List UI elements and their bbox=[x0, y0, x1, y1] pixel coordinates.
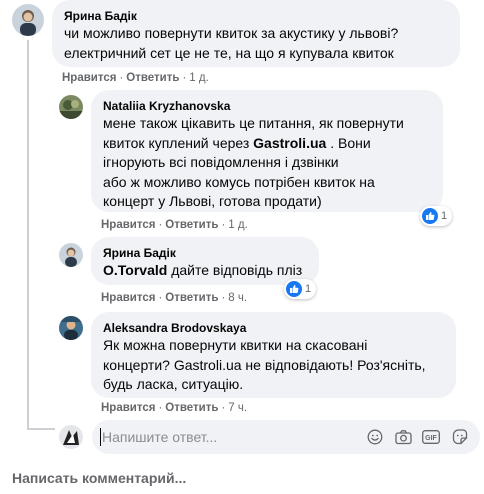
separator: · bbox=[221, 219, 226, 231]
separator: · bbox=[158, 219, 163, 231]
avatar[interactable] bbox=[59, 243, 83, 267]
comment-text: Як можна повернути квитки на скасовані к… bbox=[103, 337, 426, 392]
separator: · bbox=[158, 292, 163, 304]
comment-actions: Нравится · Ответить · 1 д. bbox=[62, 71, 209, 85]
comment-bubble: Aleksandra Brodovskaya Як можна повернут… bbox=[91, 312, 456, 398]
svg-text:GIF: GIF bbox=[425, 435, 437, 442]
write-comment-link[interactable]: Написать комментарий... bbox=[12, 470, 186, 486]
reply-input[interactable] bbox=[102, 420, 332, 454]
timestamp[interactable]: 1 д. bbox=[228, 219, 248, 231]
reply-link[interactable]: Ответить bbox=[165, 292, 218, 304]
thumbs-up-icon bbox=[286, 281, 302, 297]
comment-text-part: дайте відповідь пліз bbox=[167, 262, 303, 278]
smile-icon[interactable] bbox=[366, 428, 384, 446]
separator: · bbox=[221, 402, 226, 414]
like-link[interactable]: Нравится bbox=[62, 72, 116, 84]
thread-line bbox=[27, 40, 29, 430]
comment-actions: Нравится · Ответить · 7 ч. bbox=[101, 401, 247, 415]
comment-text: мене також цікавить це питання, як повер… bbox=[103, 114, 431, 212]
reaction-count[interactable]: 1 bbox=[420, 206, 453, 226]
site-name: Gastroli.ua bbox=[253, 134, 327, 151]
comment-text: O.Torvald дайте відповідь пліз bbox=[103, 261, 307, 281]
avatar[interactable] bbox=[59, 95, 83, 119]
current-user-avatar[interactable] bbox=[59, 425, 83, 449]
comment-bubble: Ярина Бадік O.Torvald дайте відповідь пл… bbox=[91, 237, 319, 285]
like-link[interactable]: Нравится bbox=[101, 219, 155, 231]
reaction-count[interactable]: 1 bbox=[284, 279, 317, 299]
comment-text: чи можливо повернути квиток за акустику … bbox=[64, 25, 399, 61]
sticker-icon[interactable] bbox=[451, 428, 469, 446]
avatar[interactable] bbox=[12, 4, 44, 36]
separator: · bbox=[221, 292, 226, 304]
text-caret bbox=[100, 428, 101, 446]
comment-author[interactable]: Aleksandra Brodovskaya bbox=[103, 320, 444, 336]
comment-bubble: Nataliia Kryzhanovska мене також цікавит… bbox=[91, 90, 443, 212]
comment-actions: Нравится · Ответить · 1 д. bbox=[101, 218, 248, 232]
avatar[interactable] bbox=[59, 316, 83, 340]
separator: · bbox=[182, 72, 187, 84]
camera-icon[interactable] bbox=[394, 428, 412, 446]
gif-icon[interactable]: GIF bbox=[422, 428, 440, 446]
reaction-number: 1 bbox=[441, 210, 448, 222]
comment-bubble: Ярина Бадік чи можливо повернути квиток … bbox=[52, 0, 460, 67]
comment-author[interactable]: Ярина Бадік bbox=[64, 8, 448, 24]
reply-link[interactable]: Ответить bbox=[165, 219, 218, 231]
timestamp[interactable]: 1 д. bbox=[189, 72, 209, 84]
reaction-number: 1 bbox=[305, 283, 312, 295]
timestamp[interactable]: 7 ч. bbox=[228, 402, 247, 414]
timestamp[interactable]: 8 ч. bbox=[228, 292, 247, 304]
like-link[interactable]: Нравится bbox=[101, 402, 155, 414]
reply-link[interactable]: Ответить bbox=[165, 402, 218, 414]
reply-link[interactable]: Ответить bbox=[126, 72, 179, 84]
comment-actions: Нравится · Ответить · 8 ч. bbox=[101, 291, 247, 305]
thumbs-up-icon bbox=[422, 208, 438, 224]
mention-link[interactable]: O.Torvald bbox=[103, 262, 167, 278]
comment-author[interactable]: Ярина Бадік bbox=[103, 245, 307, 261]
separator: · bbox=[119, 72, 124, 84]
thread-branch bbox=[27, 428, 55, 430]
separator: · bbox=[158, 402, 163, 414]
comment-author[interactable]: Nataliia Kryzhanovska bbox=[103, 98, 431, 114]
like-link[interactable]: Нравится bbox=[101, 292, 155, 304]
